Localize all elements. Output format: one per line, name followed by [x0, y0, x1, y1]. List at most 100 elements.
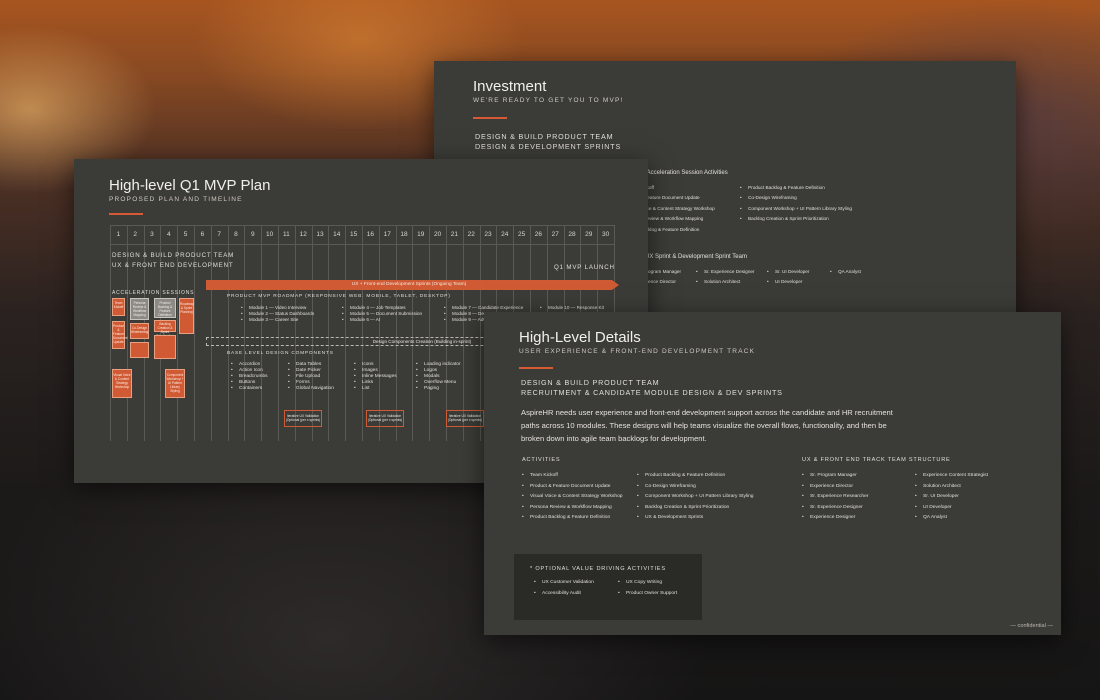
session-block: Visual Voice & Content Strategy Workshop: [112, 369, 132, 398]
roadmap-col1: Module 1 — Video Interview Module 2 — St…: [241, 305, 341, 323]
week-number: 21: [450, 231, 459, 238]
details-title: High-Level Details: [519, 329, 641, 346]
list-item: UI Developer: [915, 503, 1025, 514]
acceleration-sessions-label: ACCELERATION SESSIONS: [112, 290, 195, 296]
list-item: Co-Design Wireframing: [740, 193, 910, 204]
week-number: 10: [265, 231, 274, 238]
week-number: 14: [333, 231, 341, 238]
list-item: Experience Designer: [802, 513, 912, 524]
week-number: 22: [467, 231, 475, 238]
week-number: 1: [116, 231, 121, 238]
week-number: 26: [534, 231, 543, 238]
sprint-bar: UX + Front-end Development Sprints (Ongo…: [206, 280, 612, 290]
ux-validation-box: Iterative UX Validation (Optional (per x…: [284, 410, 322, 427]
ux-validation-box: Iterative UX Validation (Optional (per x…: [366, 410, 404, 427]
list-item: Sr. UI Developer: [767, 267, 831, 278]
list-item: Backlog Creation & Sprint Prioritization: [740, 214, 910, 225]
list-item: Global Navigation: [288, 386, 353, 392]
week-number: 28: [568, 231, 576, 238]
list-item: Sr. Experience Researcher: [802, 492, 912, 503]
list-item: Visual Voice & Content Strategy Workshop: [522, 492, 642, 503]
base-col1: Accordion Action Icon Breadcrumbs Button…: [231, 362, 286, 392]
investment-heading-2: DESIGN & DEVELOPMENT SPRINTS: [475, 142, 622, 151]
sprint-team-col3: Sr. UI Developer UI Developer: [767, 267, 831, 288]
sprint-team-col4: QA Analyst: [830, 267, 880, 278]
list-item: Product Backlog & Feature Definition: [522, 513, 642, 524]
optional-activities-box: * OPTIONAL VALUE DRIVING ACTIVITIES UX C…: [514, 554, 702, 620]
activities-heading: ACTIVITIES: [522, 457, 561, 463]
week-number: 30: [601, 231, 610, 238]
timeline-column: [429, 225, 431, 441]
list-item: UX Customer Validation: [534, 578, 614, 589]
session-block: Roadmap & Sprint Planning: [179, 298, 194, 334]
sprint-bar-arrow-icon: [612, 280, 619, 290]
timeline-column: [311, 225, 313, 441]
week-number: 8: [234, 231, 238, 238]
details-heading-1: DESIGN & BUILD PRODUCT TEAM: [521, 378, 660, 387]
list-item: Component Workshop + UI Pattern Library …: [740, 204, 910, 215]
timeline-header-rule: [110, 244, 614, 245]
timeline-column: [362, 225, 363, 441]
optional-heading: * OPTIONAL VALUE DRIVING ACTIVITIES: [530, 566, 666, 572]
week-number: 23: [484, 231, 492, 238]
details-paragraph: AspireHR needs user experience and front…: [521, 408, 893, 443]
plan-team-line-2: UX & FRONT END DEVELOPMENT: [112, 262, 234, 269]
timeline-column: [110, 225, 111, 441]
list-item: Team Kickoff: [522, 471, 642, 482]
list-item: Voice & Content Strategy Workshop: [640, 205, 715, 211]
list-item: Co-Design Wireframing: [637, 482, 777, 493]
timeline-column: [345, 225, 347, 441]
session-block: [130, 342, 149, 358]
list-item: Solution Architect: [696, 277, 766, 288]
list-item: QA Analyst: [830, 267, 880, 278]
base-col4: Loading indicator Logos Modals Overflow …: [416, 362, 482, 392]
list-item: Module 6 — AI: [342, 317, 442, 323]
list-item: & Feature Document Update: [640, 195, 700, 201]
list-item: Sr. Experience Designer: [696, 267, 766, 278]
timeline-column: [278, 225, 279, 441]
session-block: Co-Design Wireframing: [130, 323, 149, 339]
week-number: 7: [217, 231, 221, 238]
week-number: 16: [366, 231, 375, 238]
list-item: Sr. Program Manager: [802, 471, 912, 482]
week-number: 15: [349, 231, 358, 238]
week-number: 11: [283, 231, 290, 238]
list-item: Module 10 — Response Kit: [540, 305, 630, 311]
list-item: Containers: [231, 386, 286, 392]
list-item: Solution Architect: [915, 482, 1025, 493]
session-block: [154, 335, 176, 359]
timeline-column: [412, 225, 414, 441]
details-heading-2: RECRUITMENT & CANDIDATE MODULE DESIGN & …: [521, 388, 783, 397]
week-number: 13: [316, 231, 324, 238]
confidential-footer: — confidential —: [1010, 623, 1053, 629]
plan-team-line-1: DESIGN & BUILD PRODUCT TEAM: [112, 252, 235, 259]
plan-title: High-level Q1 MVP Plan: [109, 177, 271, 194]
base-components-heading: BASE LEVEL DESIGN COMPONENTS: [227, 351, 334, 356]
list-item: Product Owner Support: [618, 589, 698, 600]
list-item: Experience Director: [802, 482, 912, 493]
list-item: Component Workshop + UI Pattern Library …: [637, 492, 777, 503]
week-number: 12: [299, 231, 307, 238]
details-subtitle: USER EXPERIENCE & FRONT-END DEVELOPMENT …: [519, 348, 756, 355]
list-item: UX Copy Writing: [618, 578, 698, 589]
sprint-team-col2: Sr. Experience Designer Solution Archite…: [696, 267, 766, 288]
list-item: Product Backlog & Feature Definition: [740, 183, 910, 194]
sprint-team-heading: g UX Sprint & Development Sprint Team: [640, 254, 747, 260]
plan-subtitle: PROPOSED PLAN AND TIMELINE: [109, 196, 243, 203]
ux-validation-box: Iterative UX Validation (Optional (per x…: [446, 410, 484, 427]
list-item: Sr. UI Developer: [915, 492, 1025, 503]
session-block: Component Workshop + UI Pattern Library …: [165, 369, 185, 398]
list-item: Product Backlog & Feature Definition: [637, 471, 777, 482]
timeline-column: [378, 225, 380, 441]
week-number: 25: [517, 231, 526, 238]
list-item: Persona Review & Workflow Mapping: [522, 503, 642, 514]
week-number: 5: [183, 231, 188, 238]
activities-col2: Product Backlog & Feature Definition Co-…: [637, 471, 777, 524]
week-number: 6: [200, 231, 205, 238]
timeline-column: [294, 225, 296, 441]
team-col2: Experience Content Strategist Solution A…: [915, 471, 1025, 524]
base-col2: Data Tables Date Picker File Upload Form…: [288, 362, 353, 392]
week-number: 2: [133, 231, 137, 238]
roadmap-heading: PRODUCT MVP ROADMAP (RESPONSIVE WEB: MOB…: [227, 294, 451, 299]
list-item: Backlog & Feature Definition: [640, 226, 700, 232]
